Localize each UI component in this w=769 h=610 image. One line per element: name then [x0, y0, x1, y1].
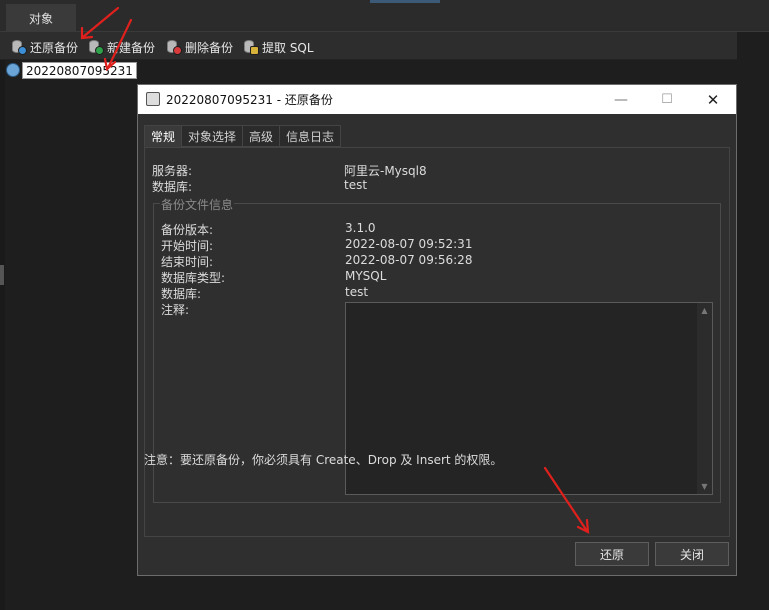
dialog-title: 20220807095231 - 还原备份 [166, 93, 333, 107]
comment-label: 注释: [161, 303, 190, 317]
minimize-button[interactable]: — [598, 85, 644, 114]
maximize-button[interactable]: ☐ [644, 85, 690, 114]
restore-backup-button[interactable]: 还原备份 [11, 37, 78, 57]
delete-backup-button[interactable]: 删除备份 [166, 37, 233, 57]
db-label: 数据库: [161, 287, 202, 301]
restore-button[interactable]: 还原 [575, 542, 649, 566]
database-label: 数据库: [152, 180, 193, 194]
left-edge-mark [0, 265, 4, 285]
top-accent [370, 0, 440, 3]
app-icon [146, 92, 160, 106]
backup-file-icon [6, 63, 20, 77]
start-time-value: 2022-08-07 09:52:31 [345, 237, 473, 251]
db-value: test [345, 285, 369, 299]
delete-backup-icon [166, 39, 182, 55]
tab-object-selection[interactable]: 对象选择 [181, 125, 244, 147]
main-tabbar: 对象 [0, 4, 769, 32]
backup-item-label[interactable]: 20220807095231 [22, 61, 137, 79]
extract-sql-label: 提取 SQL [262, 40, 314, 55]
extract-sql-icon [243, 39, 259, 55]
backup-list-item[interactable]: 20220807095231 [6, 61, 137, 79]
close-button[interactable]: 关闭 [655, 542, 729, 566]
new-backup-button[interactable]: 新建备份 [88, 37, 155, 57]
server-label: 服务器: [152, 164, 193, 178]
new-backup-icon [88, 39, 104, 55]
tab-object[interactable]: 对象 [6, 4, 76, 32]
backup-version-value: 3.1.0 [345, 221, 376, 235]
restore-backup-dialog: 20220807095231 - 还原备份 — ☐ ✕ 常规 对象选择 高级 信… [137, 84, 737, 576]
start-time-label: 开始时间: [161, 239, 214, 253]
restore-backup-label: 还原备份 [30, 40, 79, 55]
end-time-label: 结束时间: [161, 255, 214, 269]
tab-advanced[interactable]: 高级 [242, 125, 281, 147]
server-value: 阿里云-Mysql8 [344, 164, 427, 178]
backup-version-label: 备份版本: [161, 223, 214, 237]
permission-notice: 注意：要还原备份，你必须具有 Create、Drop 及 Insert 的权限。 [144, 453, 503, 467]
left-edge [0, 60, 5, 610]
tab-general[interactable]: 常规 [144, 125, 183, 147]
general-panel: 服务器: 阿里云-Mysql8 数据库: test 备份文件信息 备份版本: 3… [144, 147, 730, 537]
right-background [737, 32, 769, 610]
db-type-label: 数据库类型: [161, 271, 226, 285]
toolbar: 还原备份 新建备份 删除备份 提取 SQL [0, 32, 769, 60]
close-window-button[interactable]: ✕ [690, 85, 736, 114]
scroll-down-icon[interactable]: ▼ [700, 482, 709, 491]
group-title: 备份文件信息 [160, 196, 235, 213]
database-value: test [344, 178, 368, 192]
extract-sql-button[interactable]: 提取 SQL [243, 37, 314, 57]
new-backup-label: 新建备份 [107, 40, 156, 55]
delete-backup-label: 删除备份 [185, 40, 234, 55]
comment-scrollbar[interactable]: ▲ ▼ [697, 303, 712, 494]
dialog-titlebar[interactable]: 20220807095231 - 还原备份 — ☐ ✕ [138, 85, 736, 114]
restore-backup-icon [11, 39, 27, 55]
db-type-value: MYSQL [345, 269, 387, 283]
end-time-value: 2022-08-07 09:56:28 [345, 253, 473, 267]
tab-message-log[interactable]: 信息日志 [279, 125, 342, 147]
dialog-tabs: 常规 对象选择 高级 信息日志 [144, 125, 342, 147]
scroll-up-icon[interactable]: ▲ [700, 306, 709, 315]
